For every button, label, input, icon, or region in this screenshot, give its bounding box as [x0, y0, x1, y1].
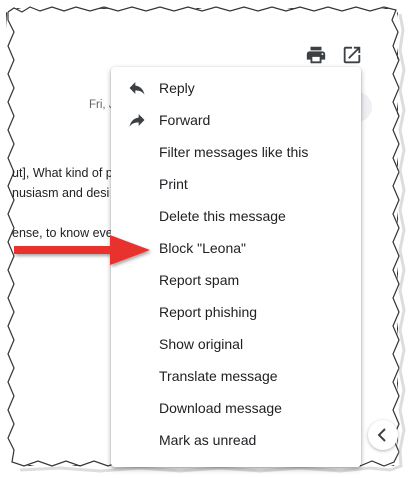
menu-item-label: Delete this message — [159, 208, 286, 224]
menu-item-label: Reply — [159, 80, 195, 96]
menu-item-reply[interactable]: Reply — [111, 72, 361, 104]
menu-item-translate[interactable]: Translate message — [111, 360, 361, 392]
menu-item-label: Report phishing — [159, 304, 258, 320]
print-icon[interactable] — [305, 44, 327, 66]
annotation-arrow — [14, 235, 150, 265]
menu-item-show-original[interactable]: Show original — [111, 328, 361, 360]
side-panel-toggle[interactable] — [368, 420, 398, 450]
menu-item-delete[interactable]: Delete this message — [111, 200, 361, 232]
menu-item-label: Download message — [159, 400, 282, 416]
menu-item-report-spam[interactable]: Report spam — [111, 264, 361, 296]
menu-item-mark-unread[interactable]: Mark as unread — [111, 424, 361, 456]
menu-item-label: Filter messages like this — [159, 144, 309, 160]
menu-item-print[interactable]: Print — [111, 168, 361, 200]
open-in-new-window-icon[interactable] — [341, 44, 363, 66]
chevron-left-icon — [377, 428, 386, 442]
menu-item-label: Block "Leona" — [159, 240, 246, 256]
menu-item-filter[interactable]: Filter messages like this — [111, 136, 361, 168]
screenshot-frame: Fri, J ut], What kind of p nusiasm and d… — [0, 0, 409, 478]
menu-item-forward[interactable]: Forward — [111, 104, 361, 136]
menu-item-label: Report spam — [159, 272, 240, 288]
email-body-fragment-1: ut], What kind of p — [12, 166, 113, 180]
menu-item-label: Translate message — [159, 368, 278, 384]
menu-item-report-phishing[interactable]: Report phishing — [111, 296, 361, 328]
menu-item-download[interactable]: Download message — [111, 392, 361, 424]
reply-icon — [129, 82, 145, 95]
email-body-fragment-2: nusiasm and desi — [12, 186, 110, 200]
forward-icon — [129, 114, 145, 127]
menu-item-label: Mark as unread — [159, 432, 257, 448]
menu-item-label: Forward — [159, 112, 211, 128]
menu-item-label: Print — [159, 176, 188, 192]
menu-item-label: Show original — [159, 336, 244, 352]
